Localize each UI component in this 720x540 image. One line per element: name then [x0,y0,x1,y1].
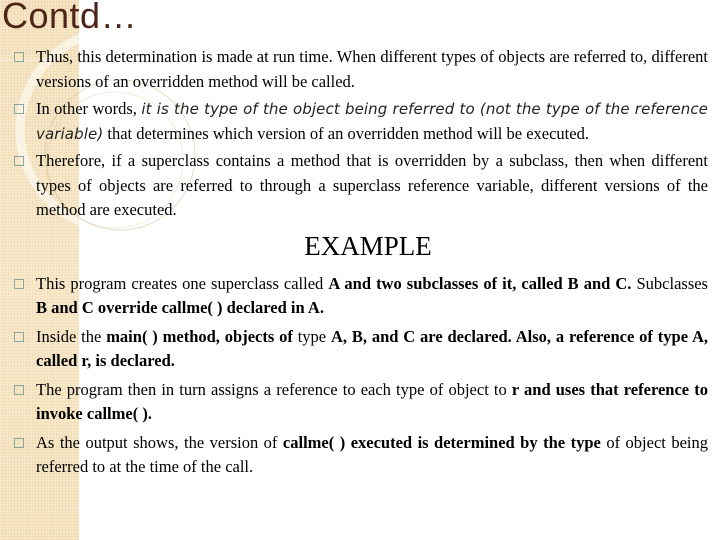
square-bullet-icon [14,104,24,114]
bullet-text: type [292,326,331,346]
bullet-text: As the output shows, the version of [36,432,283,452]
bullet-item: Thus, this determination is made at run … [14,45,708,94]
bullet-text: The program then in turn assigns a refer… [36,379,512,399]
bullet-text: that determines which version of an over… [103,123,589,143]
slide-title: Contd… [2,0,138,36]
square-bullet-icon [14,384,24,395]
bullet-item: This program creates one superclass call… [14,272,708,321]
square-bullet-icon [14,437,24,448]
bullet-text: Therefore, if a superclass contains a me… [36,151,708,219]
bullet-item: In other words, it is the type of the ob… [14,97,708,146]
bullet-text-bold: A and two subclasses of it, called B and… [328,273,632,293]
example-heading: EXAMPLE [304,230,432,261]
bullet-text-bold: main( ) method, objects of [106,326,293,346]
bullet-text: Thus, this determination is made at run … [36,47,708,91]
bullet-text: Inside the [36,326,107,346]
square-bullet-icon [14,156,24,166]
bullet-text: This program creates one superclass call… [36,273,329,293]
square-bullet-icon [14,278,24,289]
bullet-text: Subclasses [631,273,708,293]
bullet-item: Therefore, if a superclass contains a me… [14,149,708,223]
bullet-text: In other words, [36,99,142,118]
bullet-text-bold: B and C override callme( ) declared in A… [36,298,324,317]
square-bullet-icon [14,331,24,342]
bullet-text-bold: callme( ) executed is determined by the … [282,432,601,452]
bullet-item: Inside the main( ) method, objects of ty… [14,325,708,374]
slide-content: Thus, this determination is made at run … [14,45,708,484]
bullet-item: The program then in turn assigns a refer… [14,378,708,427]
bullet-item: As the output shows, the version of call… [14,431,708,480]
example-bullet-list: This program creates one superclass call… [14,272,708,480]
intro-bullet-list: Thus, this determination is made at run … [14,45,708,223]
square-bullet-icon [14,52,24,62]
